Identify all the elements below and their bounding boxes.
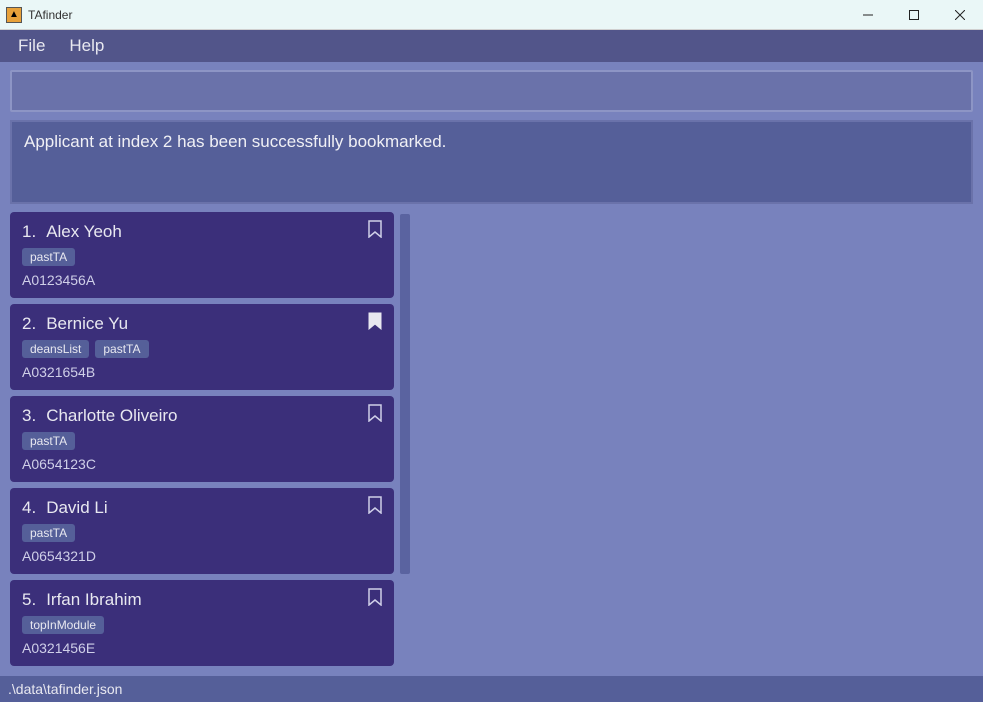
- card-name: Alex Yeoh: [46, 222, 122, 242]
- card-id: A0654321D: [22, 548, 382, 564]
- card-id: A0654123C: [22, 456, 382, 472]
- menu-file[interactable]: File: [8, 32, 55, 60]
- minimize-button[interactable]: [845, 0, 891, 29]
- card-id: A0321654B: [22, 364, 382, 380]
- window-controls: [845, 0, 983, 29]
- content-area: Applicant at index 2 has been successful…: [0, 62, 983, 676]
- card-header: 1. Alex Yeoh: [22, 222, 382, 242]
- card-index: 2.: [22, 314, 36, 334]
- card-name: Irfan Ibrahim: [46, 590, 141, 610]
- applicant-card[interactable]: 4. David Li pastTA A0654321D: [10, 488, 394, 574]
- applicant-list: 1. Alex Yeoh pastTA A0123456A 2. Bernice Yu de…: [10, 212, 398, 676]
- close-button[interactable]: [937, 0, 983, 29]
- card-id: A0123456A: [22, 272, 382, 288]
- card-name: David Li: [46, 498, 107, 518]
- result-message: Applicant at index 2 has been successful…: [24, 132, 446, 151]
- bookmark-icon[interactable]: [368, 312, 382, 330]
- tag: pastTA: [22, 432, 75, 450]
- detail-panel: [410, 212, 973, 676]
- card-index: 1.: [22, 222, 36, 242]
- app-icon: ▲: [6, 7, 22, 23]
- card-name: Bernice Yu: [46, 314, 128, 334]
- card-header: 3. Charlotte Oliveiro: [22, 406, 382, 426]
- bookmark-icon[interactable]: [368, 404, 382, 422]
- card-index: 4.: [22, 498, 36, 518]
- menu-help[interactable]: Help: [59, 32, 114, 60]
- window-title: TAfinder: [28, 8, 72, 22]
- applicant-card[interactable]: 3. Charlotte Oliveiro pastTA A0654123C: [10, 396, 394, 482]
- bookmark-icon[interactable]: [368, 588, 382, 606]
- card-tags: deansList pastTA: [22, 340, 382, 358]
- titlebar: ▲ TAfinder: [0, 0, 983, 30]
- card-index: 3.: [22, 406, 36, 426]
- card-tags: topInModule: [22, 616, 382, 634]
- card-index: 5.: [22, 590, 36, 610]
- tag: pastTA: [95, 340, 148, 358]
- card-header: 4. David Li: [22, 498, 382, 518]
- card-id: A0321456E: [22, 640, 382, 656]
- scrollbar[interactable]: [400, 212, 410, 676]
- applicant-card[interactable]: 5. Irfan Ibrahim topInModule A0321456E: [10, 580, 394, 666]
- card-tags: pastTA: [22, 432, 382, 450]
- menubar: File Help: [0, 30, 983, 62]
- status-path: .\data\tafinder.json: [8, 681, 122, 697]
- applicant-card[interactable]: 2. Bernice Yu deansList pastTA A0321654B: [10, 304, 394, 390]
- card-header: 5. Irfan Ibrahim: [22, 590, 382, 610]
- result-display: Applicant at index 2 has been successful…: [10, 120, 973, 204]
- tag: pastTA: [22, 248, 75, 266]
- card-name: Charlotte Oliveiro: [46, 406, 177, 426]
- card-header: 2. Bernice Yu: [22, 314, 382, 334]
- applicant-card[interactable]: 1. Alex Yeoh pastTA A0123456A: [10, 212, 394, 298]
- applicant-list-panel: 1. Alex Yeoh pastTA A0123456A 2. Bernice Yu de…: [10, 212, 410, 676]
- card-tags: pastTA: [22, 524, 382, 542]
- command-input[interactable]: [10, 70, 973, 112]
- tag: deansList: [22, 340, 89, 358]
- statusbar: .\data\tafinder.json: [0, 676, 983, 702]
- scrollbar-thumb[interactable]: [400, 214, 410, 574]
- card-tags: pastTA: [22, 248, 382, 266]
- bookmark-icon[interactable]: [368, 220, 382, 238]
- tag: pastTA: [22, 524, 75, 542]
- tag: topInModule: [22, 616, 104, 634]
- bookmark-icon[interactable]: [368, 496, 382, 514]
- maximize-button[interactable]: [891, 0, 937, 29]
